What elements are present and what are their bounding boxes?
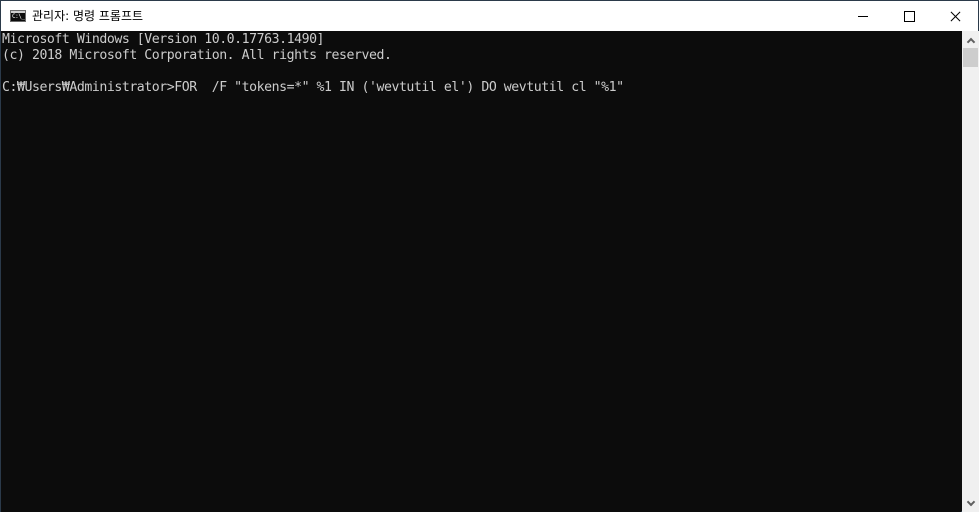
cmd-icon[interactable]: C:\_ [10,10,26,22]
maximize-icon [903,10,915,22]
close-button[interactable] [932,1,978,31]
console-command-line[interactable]: C:₩Users₩Administrator>FOR /F "tokens=*"… [2,80,624,96]
minimize-button[interactable] [840,1,886,31]
scroll-down-button[interactable] [962,495,979,512]
console-line-copyright: (c) 2018 Microsoft Corporation. All righ… [2,48,392,63]
close-icon [950,11,960,21]
scroll-thumb[interactable] [963,48,978,67]
title-bar[interactable]: C:\_ 관리자: 명령 프롬프트 [1,1,978,31]
console-line-version: Microsoft Windows [Version 10.0.17763.14… [2,32,325,47]
cmd-icon-text: C:\_ [12,13,25,20]
window-title: 관리자: 명령 프롬프트 [32,9,144,23]
chevron-up-icon [966,37,975,46]
scroll-up-button[interactable] [962,31,979,48]
vertical-scrollbar[interactable] [962,31,979,512]
command-prompt-window: C:\_ 관리자: 명령 프롬프트 Microsoft Windows [Ver… [0,0,979,512]
maximize-button[interactable] [886,1,932,31]
chevron-down-icon [966,497,975,506]
console-output[interactable]: Microsoft Windows [Version 10.0.17763.14… [1,31,961,512]
minimize-icon [858,15,868,17]
